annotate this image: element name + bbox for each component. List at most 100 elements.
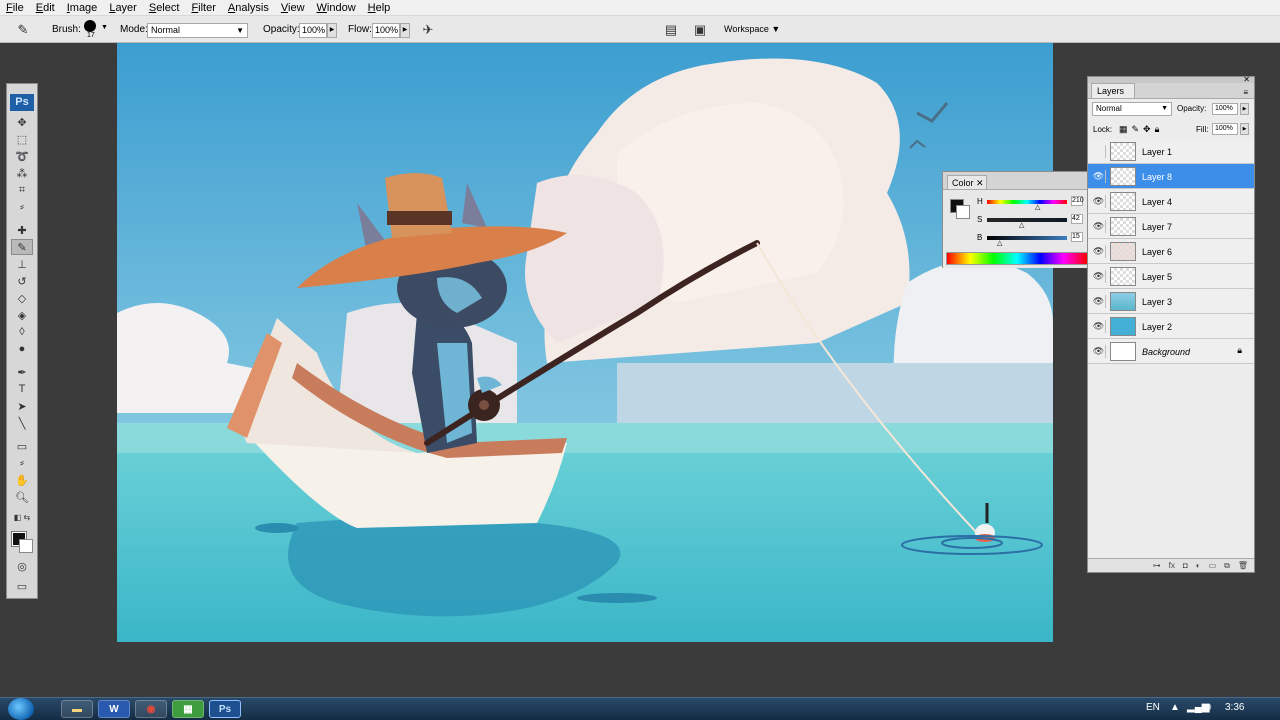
eye-icon[interactable]: 👁︎ [1092,320,1106,333]
panel-close-icon[interactable]: ✕ [1243,75,1250,84]
dodge-tool-icon[interactable]: ● [11,341,33,357]
pen-tool-icon[interactable]: ✒ [11,364,33,380]
background-color-swatch[interactable] [19,539,33,553]
document-icon[interactable]: ▤ [660,21,682,39]
zoom-tool-icon[interactable]: 🔍︎ [11,489,33,505]
screen-mode-icon[interactable]: ▣ [689,21,711,39]
tray-arrow-icon[interactable]: ▲ [1170,702,1180,713]
new-group-icon[interactable]: ▭ [1209,559,1217,572]
brush-tool-icon[interactable]: ✎ [11,239,33,255]
menu-help[interactable]: Help [362,2,397,14]
paint-bucket-tool-icon[interactable]: ◈ [11,307,33,323]
opacity-input[interactable]: 100% [299,23,327,38]
close-icon[interactable]: ✕ [976,178,984,188]
type-tool-icon[interactable]: T [11,381,33,397]
brush-picker-arrow-icon[interactable]: ▼ [101,24,108,31]
menu-window[interactable]: Window [311,2,362,14]
layer-row[interactable]: 👁︎ Layer 3 [1088,289,1254,314]
eye-icon[interactable]: 👁︎ [1092,245,1106,258]
eye-icon[interactable]: 👁︎ [1092,345,1106,358]
layer-opacity-input[interactable]: 100% [1212,103,1238,115]
eye-icon[interactable]: 👁︎ [1092,220,1106,233]
hue-slider[interactable] [987,200,1067,204]
link-layers-icon[interactable]: ⊶ [1153,559,1161,572]
layer-row-background[interactable]: 👁︎ Background 🔒︎ [1088,339,1254,364]
lasso-tool-icon[interactable]: ➰ [11,148,33,164]
adjustment-layer-icon[interactable]: ◐ [1196,559,1201,572]
hue-value[interactable]: 210 [1071,196,1084,206]
blur-tool-icon[interactable]: ◊ [11,324,33,340]
fill-input[interactable]: 100% [1212,123,1238,135]
menu-filter[interactable]: Filter [185,2,221,14]
saturation-slider[interactable] [987,218,1067,222]
default-colors-icon[interactable]: ◧ ⇆ [11,509,33,525]
add-mask-icon[interactable]: ◘ [1183,559,1188,572]
new-layer-icon[interactable]: ⧉ [1224,559,1230,572]
color-spectrum-bar[interactable] [946,252,1088,265]
lock-options-icon[interactable]: ▦✎✥🔒︎ [1119,124,1163,135]
color-tab[interactable]: Color ✕ [947,175,987,190]
layer-row[interactable]: Layer 1 [1088,139,1254,164]
workspace-button[interactable]: Workspace ▼ [724,24,780,34]
clock[interactable]: 3:36 [1225,702,1244,713]
brush-tip-icon[interactable] [84,20,96,32]
path-selection-tool-icon[interactable]: ➤ [11,398,33,414]
line-tool-icon[interactable]: ╲ [11,415,33,431]
eyedropper-tool-icon[interactable]: ⸗ [11,199,33,215]
layer-row[interactable]: 👁︎ Layer 6 [1088,239,1254,264]
layers-tab[interactable]: Layers ✕ [1091,83,1135,110]
marquee-tool-icon[interactable]: ⬚ [11,131,33,147]
chrome-taskbar-icon[interactable]: ◉ [135,700,167,718]
hand-tool-icon[interactable]: ✋ [11,472,33,488]
menu-file[interactable]: File [0,2,30,14]
eye-icon[interactable]: 👁︎ [1092,195,1106,208]
saturation-slider-thumb[interactable]: △ [1019,221,1024,229]
healing-brush-tool-icon[interactable]: ✚ [11,222,33,238]
eye-icon[interactable]: 👁︎ [1092,170,1106,183]
eye-icon[interactable]: 👁︎ [1092,295,1106,308]
eye-icon[interactable]: 👁︎ [1092,270,1106,283]
history-brush-tool-icon[interactable]: ↺ [11,273,33,289]
brightness-slider-thumb[interactable]: △ [997,239,1002,247]
fill-slider-button[interactable]: ▶ [1240,123,1249,135]
layer-row[interactable]: 👁︎ Layer 4 [1088,189,1254,214]
photoshop-taskbar-icon[interactable]: Ps [209,700,241,718]
menu-edit[interactable]: Edit [30,2,61,14]
brightness-value[interactable]: 15 [1071,232,1083,242]
language-indicator[interactable]: EN [1146,702,1160,713]
flow-input[interactable]: 100% [372,23,400,38]
spreadsheet-taskbar-icon[interactable]: ▦ [172,700,204,718]
move-tool-icon[interactable]: ✥ [11,114,33,130]
layer-row[interactable]: 👁︎ Layer 2 [1088,314,1254,339]
document-canvas[interactable] [117,43,1053,642]
brush-preset-icon[interactable]: ✎ [12,21,34,39]
layer-style-icon[interactable]: fx [1169,559,1175,572]
quick-mask-icon[interactable]: ◎ [11,558,33,574]
clone-stamp-tool-icon[interactable]: ⊥ [11,256,33,272]
word-taskbar-icon[interactable]: W [98,700,130,718]
saturation-value[interactable]: 42 [1071,214,1083,224]
layer-opacity-slider-button[interactable]: ▶ [1240,103,1249,115]
airbrush-icon[interactable]: ✈ [417,21,439,39]
layer-row[interactable]: 👁︎ Layer 5 [1088,264,1254,289]
blend-mode-dropdown[interactable]: Normal ▼ [1092,102,1172,116]
visibility-toggle[interactable] [1092,145,1106,158]
opacity-slider-button[interactable]: ▶ [327,23,337,38]
hue-slider-thumb[interactable]: △ [1035,203,1040,211]
trash-icon[interactable]: 🗑︎ [1238,559,1248,572]
layer-row-selected[interactable]: 👁︎ Layer 8 [1088,164,1254,189]
screen-mode-tool-icon[interactable]: ▭ [11,578,33,594]
color-panel-background-swatch[interactable] [956,205,970,219]
start-button[interactable] [8,698,34,720]
panel-menu-icon[interactable]: ≡ [1243,88,1248,97]
menu-image[interactable]: Image [61,2,104,14]
volume-icon[interactable]: 🔊︎ [1205,702,1211,713]
flow-slider-button[interactable]: ▶ [400,23,410,38]
menu-analysis[interactable]: Analysis [222,2,275,14]
menu-select[interactable]: Select [143,2,186,14]
eraser-tool-icon[interactable]: ◇ [11,290,33,306]
mode-dropdown[interactable]: Normal ▼ [147,23,248,38]
explorer-taskbar-icon[interactable]: ▬ [61,700,93,718]
menu-layer[interactable]: Layer [103,2,143,14]
crop-tool-icon[interactable]: ⌗ [11,182,33,198]
